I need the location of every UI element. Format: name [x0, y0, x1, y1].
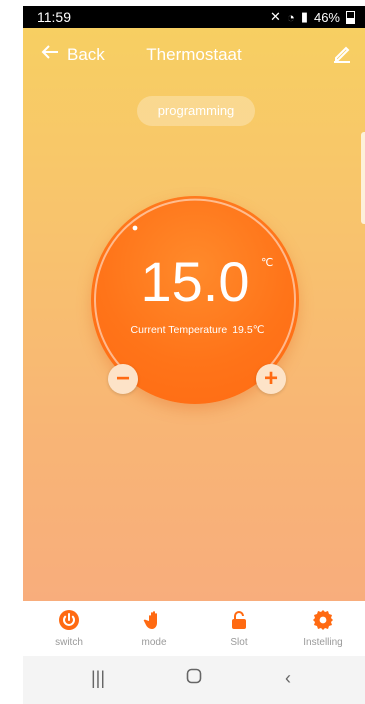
decrease-temperature-button[interactable]: −: [108, 364, 138, 394]
back-chevron-icon[interactable]: ‹: [285, 668, 291, 689]
tab-instelling-label: Instelling: [303, 637, 343, 648]
tab-slot[interactable]: Slot: [205, 609, 273, 648]
home-icon[interactable]: [186, 668, 202, 689]
tab-instelling[interactable]: Instelling: [289, 609, 357, 648]
unlock-icon: [228, 609, 250, 631]
app-screen: 11:59 ✕ ◔ ▮ 46% Back Thermostaat program…: [23, 6, 365, 704]
mute-icon: ✕: [270, 9, 281, 24]
tab-switch-label: switch: [55, 637, 83, 648]
plus-icon: +: [263, 365, 278, 392]
current-temperature-label: Current Temperature: [130, 324, 228, 336]
recent-apps-icon[interactable]: |||: [91, 668, 105, 689]
tab-mode-label: mode: [141, 637, 167, 648]
hand-icon: [143, 609, 165, 631]
system-navigation-bar: ||| ‹: [23, 656, 365, 704]
wifi-icon: ◔: [286, 9, 295, 25]
minus-icon: −: [115, 365, 130, 392]
page-title: Thermostaat: [146, 45, 242, 64]
battery-percent: 46%: [313, 9, 340, 25]
status-time: 11:59: [37, 9, 71, 25]
increase-temperature-button[interactable]: +: [256, 364, 286, 394]
status-right: ✕ ◔ ▮ 46%: [270, 9, 355, 25]
tab-mode[interactable]: mode: [120, 609, 188, 648]
gear-icon: [312, 609, 334, 631]
current-temperature-value: 19.5℃: [232, 324, 265, 336]
mode-pill[interactable]: programming: [137, 96, 255, 126]
side-panel-handle[interactable]: [361, 132, 365, 224]
signal-icon: ▮: [300, 9, 308, 24]
thermostat-screen: Back Thermostaat programming 15.0 ℃ Curr…: [23, 28, 365, 601]
pencil-icon[interactable]: [331, 42, 353, 64]
tab-slot-label: Slot: [230, 637, 248, 648]
bottom-tabbar: switch mode Slot Instelling: [23, 601, 365, 656]
temperature-unit: ℃: [261, 257, 274, 269]
current-temperature: Current Temperature 19.5℃: [91, 324, 299, 336]
tab-switch[interactable]: switch: [35, 609, 103, 648]
header: Back Thermostaat: [23, 28, 365, 80]
phone-frame: 11:59 ✕ ◔ ▮ 46% Back Thermostaat program…: [0, 0, 365, 704]
power-icon: [58, 609, 80, 631]
status-bar: 11:59 ✕ ◔ ▮ 46%: [23, 6, 365, 28]
battery-icon: [346, 10, 355, 24]
